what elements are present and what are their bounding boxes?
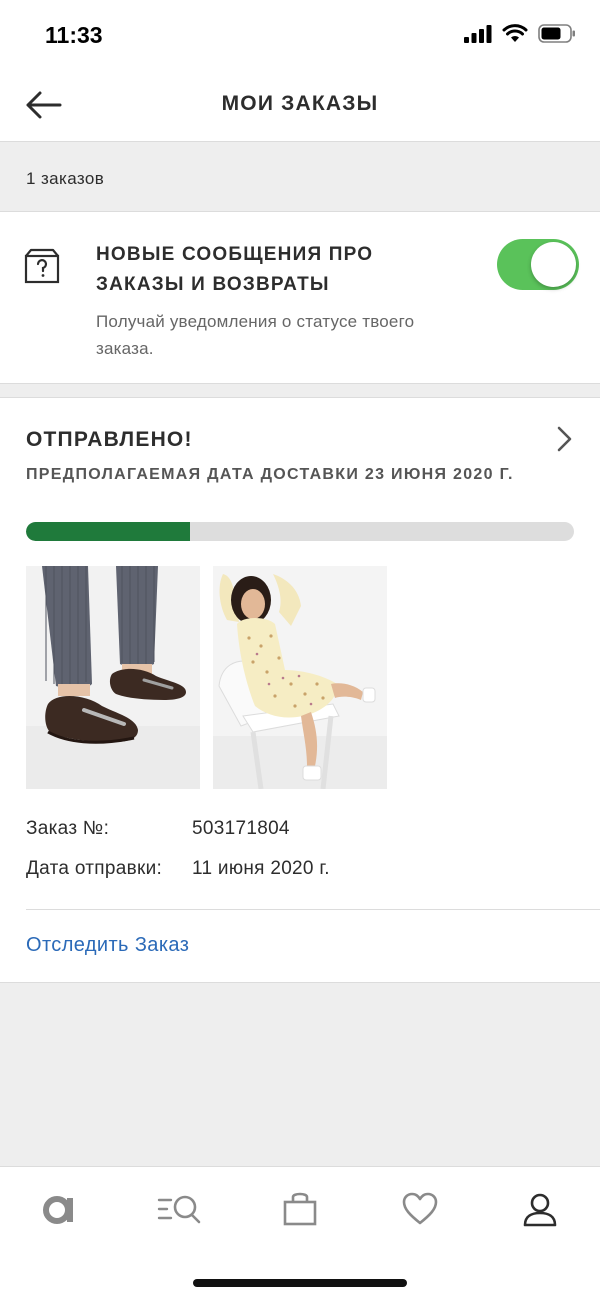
orders-count-bar: 1 заказов (0, 142, 600, 212)
search-menu-icon (157, 1195, 201, 1224)
box-question-icon (24, 248, 60, 284)
nav-header: МОИ ЗАКАЗЫ (0, 68, 600, 142)
track-order-link[interactable]: Отследить Заказ (26, 934, 189, 957)
asos-logo-icon (43, 1196, 73, 1224)
chevron-right-icon[interactable] (554, 424, 576, 454)
account-icon (523, 1193, 557, 1227)
ship-date-value: 11 июня 2020 г. (192, 858, 330, 879)
order-status: ОТПРАВЛЕНО! (26, 428, 193, 451)
delivery-estimate: ПРЕДПОЛАГАЕМАЯ ДАТА ДОСТАВКИ 23 ИЮНЯ 202… (26, 466, 514, 483)
tab-saved[interactable] (390, 1187, 450, 1231)
product-dress-image[interactable] (213, 566, 387, 789)
status-icons (464, 24, 576, 43)
tab-search[interactable] (149, 1187, 209, 1231)
notifications-title: НОВЫЕ СООБЩЕНИЯ ПРО ЗАКАЗЫ И ВОЗВРАТЫ (96, 244, 374, 295)
bag-icon (283, 1192, 317, 1226)
toggle-knob (531, 242, 576, 287)
page-title: МОИ ЗАКАЗЫ (221, 92, 379, 115)
progress-fill (26, 522, 191, 541)
orders-count: 1 заказов (26, 169, 105, 188)
home-indicator (193, 1279, 407, 1287)
heart-icon (402, 1192, 438, 1225)
ship-date-label: Дата отправки: (26, 858, 163, 879)
battery-icon (538, 24, 575, 43)
tab-bag[interactable] (270, 1187, 330, 1231)
status-bar: 11:33 (0, 0, 600, 68)
wifi-icon (502, 24, 528, 42)
tab-bar (0, 1166, 600, 1298)
status-time: 11:33 (45, 22, 103, 48)
shipping-progress-bar (26, 522, 574, 541)
tab-home[interactable] (29, 1187, 89, 1231)
order-number-value: 503171804 (192, 818, 290, 839)
cellular-signal-icon (464, 24, 492, 43)
order-card[interactable]: ОТПРАВЛЕНО! ПРЕДПОЛАГАЕМАЯ ДАТА ДОСТАВКИ… (0, 397, 600, 983)
product-loafers-image[interactable] (26, 566, 200, 789)
tab-account[interactable] (510, 1187, 570, 1231)
notifications-toggle[interactable] (497, 239, 579, 290)
order-number-label: Заказ №: (26, 818, 110, 839)
notifications-card: НОВЫЕ СООБЩЕНИЯ ПРО ЗАКАЗЫ И ВОЗВРАТЫ По… (0, 212, 600, 384)
notifications-description: Получай уведомления о статусе твоего зак… (96, 312, 415, 358)
divider (26, 909, 600, 910)
